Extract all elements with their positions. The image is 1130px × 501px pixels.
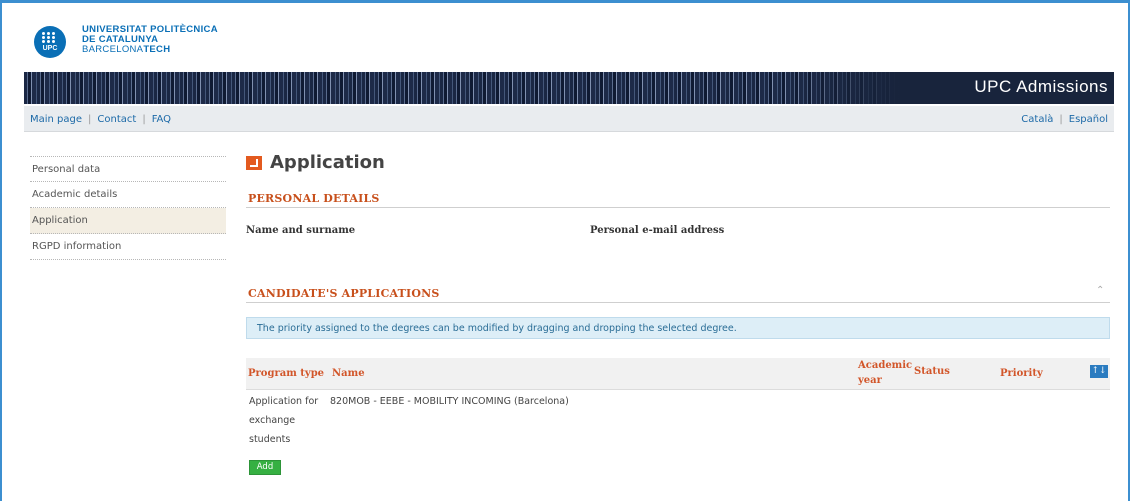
upc-logo[interactable]: UPC [34, 26, 66, 58]
applications-table-header: Program type Name Academic year Status P… [246, 358, 1110, 390]
column-name: Name [332, 368, 365, 379]
sort-arrows-icon[interactable]: ↑↓ [1090, 365, 1108, 378]
university-line3: BARCELONATECH [82, 44, 171, 55]
main-page-link[interactable]: Main page [30, 114, 82, 125]
banner-title: UPC Admissions [974, 77, 1108, 96]
sidebar-menu: Personal data Academic details Applicati… [30, 156, 226, 260]
section-divider [246, 207, 1110, 208]
row-program-type: Application for exchange students [249, 396, 319, 445]
candidate-applications-heading: CANDIDATE'S APPLICATIONS [248, 287, 440, 300]
section-divider [246, 302, 1110, 303]
column-program-type: Program type [248, 368, 325, 379]
page-title-text: Application [270, 152, 385, 173]
page-title: Application [246, 152, 385, 173]
row-degree-name: 820MOB - EEBE - MOBILITY INCOMING (Barce… [330, 396, 569, 407]
add-application-button[interactable]: Add [249, 460, 281, 475]
header-banner: UPC Admissions [24, 72, 1114, 104]
name-surname-label: Name and surname [246, 225, 356, 236]
arrow-box-icon [246, 155, 262, 170]
collapse-chevron-icon[interactable]: ⌃ [1096, 285, 1104, 296]
sidebar-item-personal-data[interactable]: Personal data [30, 156, 226, 182]
language-espanol-link[interactable]: Español [1069, 114, 1108, 125]
language-catala-link[interactable]: Català [1021, 114, 1053, 125]
contact-link[interactable]: Contact [97, 114, 136, 125]
column-academic-year: Academic year [858, 360, 913, 386]
sidebar-item-application[interactable]: Application [30, 208, 226, 234]
logo-text: UPC [42, 45, 58, 52]
personal-email-label: Personal e-mail address [590, 225, 725, 236]
top-navigation: Main page | Contact | FAQ Català | Español [24, 106, 1114, 132]
priority-info-message: The priority assigned to the degrees can… [246, 317, 1110, 339]
sidebar-item-rgpd-information[interactable]: RGPD information [30, 234, 226, 260]
sidebar-item-academic-details[interactable]: Academic details [30, 182, 226, 208]
personal-details-heading: PERSONAL DETAILS [248, 192, 380, 205]
faq-link[interactable]: FAQ [152, 114, 171, 125]
column-priority: Priority [1000, 368, 1043, 379]
university-name: UNIVERSITAT POLITÈCNICA DE CATALUNYA BAR… [82, 25, 218, 55]
logo-dots-icon [42, 32, 58, 44]
column-status: Status [914, 366, 950, 377]
